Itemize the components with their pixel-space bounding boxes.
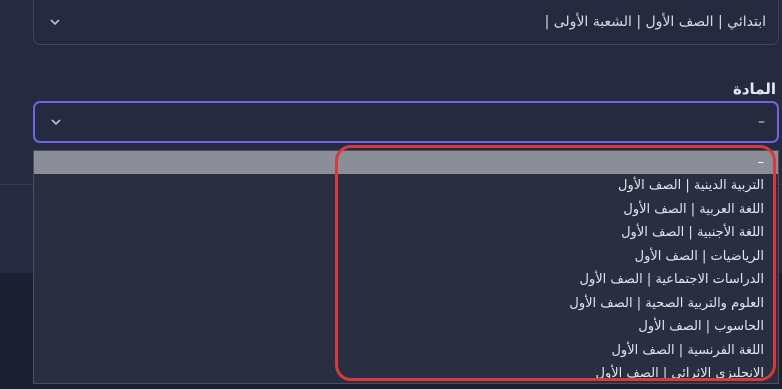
dropdown-option-empty[interactable]: –: [34, 151, 778, 174]
dropdown-option[interactable]: العلوم والتربية الصحية | الصف الأول: [34, 292, 778, 316]
subject-select[interactable]: –: [33, 101, 779, 143]
grade-section-value: ابتدائي | الصف الأول | الشعبة الأولى |: [544, 14, 766, 30]
subject-value: –: [758, 114, 765, 130]
subject-dropdown-list: – التربية الدينية | الصف الأول اللغة الع…: [33, 150, 779, 384]
grade-section-select[interactable]: ابتدائي | الصف الأول | الشعبة الأولى |: [33, 0, 779, 45]
dropdown-option[interactable]: الدراسات الاجتماعية | الصف الأول: [34, 268, 778, 292]
chevron-down-icon: [47, 118, 65, 126]
dropdown-option[interactable]: التربية الدينية | الصف الأول: [34, 174, 778, 198]
chevron-down-icon: [46, 18, 64, 26]
dropdown-option[interactable]: الانجليزي الاثرائي | الصف الأول: [34, 362, 778, 386]
dropdown-option[interactable]: الرياضيات | الصف الأول: [34, 245, 778, 269]
dropdown-option[interactable]: اللغة الأجنبية | الصف الأول: [34, 221, 778, 245]
page: ابتدائي | الصف الأول | الشعبة الأولى | ا…: [0, 0, 782, 389]
dropdown-option[interactable]: اللغة الفرنسية | الصف الأول: [34, 339, 778, 363]
subject-label: المادة: [732, 80, 776, 98]
dropdown-option[interactable]: اللغة العربية | الصف الأول: [34, 198, 778, 222]
dropdown-option[interactable]: الحاسوب | الصف الأول: [34, 315, 778, 339]
